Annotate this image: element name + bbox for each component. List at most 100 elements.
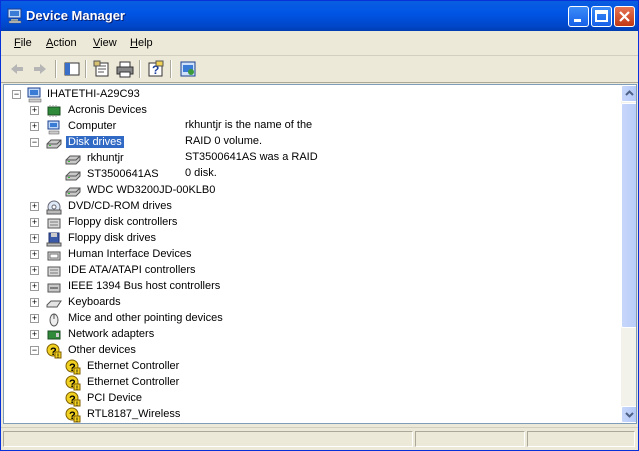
collapse-toggle[interactable]: − [30, 346, 39, 355]
toolbar-separator [55, 60, 57, 78]
unknown-device-icon: ?! [65, 407, 81, 423]
tree-category-item[interactable]: −?! Other devices [30, 343, 330, 359]
device-tree-pane: − IHATETHI-A29C93 + Acronis Devices + Compu… [3, 84, 637, 424]
toolbar-separator [139, 60, 141, 78]
tree-child-item[interactable]: WDC WD3200JD-00KLB0 [49, 183, 349, 199]
tree-category-item[interactable]: + Mice and other pointing devices [30, 311, 330, 327]
expand-toggle[interactable]: + [30, 202, 39, 211]
note-line: RAID 0 volume. [185, 135, 263, 147]
controller-icon [47, 218, 61, 229]
tree-item-label: ST3500641AS [87, 168, 159, 180]
tree-item-label: Computer [68, 120, 117, 132]
tree-item-label: WDC WD3200JD-00KLB0 [87, 184, 216, 196]
scroll-up-button[interactable] [621, 85, 636, 102]
disk-drive-icon [65, 171, 81, 181]
firewire-icon [47, 283, 61, 293]
tree-item-label: Ethernet Controller [87, 360, 180, 372]
vertical-scrollbar[interactable] [621, 85, 636, 423]
expand-toggle[interactable]: + [30, 122, 39, 131]
device-manager-window: Device Manager File Action View Help ? −… [0, 0, 639, 451]
tree-item-label: Disk drives [66, 136, 124, 148]
tree-category-item[interactable]: + Floppy disk controllers [30, 215, 330, 231]
tree-item-label: RTL8187_Wireless [87, 408, 181, 420]
tree-category-item[interactable]: + Keyboards [30, 295, 330, 311]
tree-child-item[interactable]: ?! PCI Device [49, 391, 349, 407]
unknown-device-icon: ?! [65, 391, 81, 407]
unknown-device-icon: ?! [46, 343, 62, 359]
tree-item-label: PCI Device [87, 392, 143, 404]
tree-child-item[interactable]: ?! Ethernet Controller [49, 375, 349, 391]
hid-icon [47, 251, 61, 261]
back-arrow-icon[interactable] [7, 59, 27, 79]
expand-toggle[interactable]: + [30, 234, 39, 243]
scroll-down-button[interactable] [621, 406, 636, 423]
close-button[interactable] [614, 6, 635, 27]
status-bar [1, 427, 638, 450]
unknown-device-icon: ?! [65, 375, 81, 391]
tree-item-label: Mice and other pointing devices [68, 312, 223, 324]
note-line: 0 disk. [185, 167, 217, 179]
tree-item-label: rkhuntjr [87, 152, 124, 164]
maximize-icon [595, 10, 608, 22]
scroll-thumb[interactable] [621, 103, 636, 328]
expand-toggle[interactable]: + [30, 298, 39, 307]
note-line: rkhuntjr is the name of the [185, 119, 313, 131]
disk-drive-icon [65, 155, 81, 165]
collapse-toggle[interactable]: − [30, 138, 39, 147]
menu-file[interactable]: File [14, 37, 32, 49]
minimize-button[interactable] [568, 6, 589, 27]
tree-category-item[interactable]: + Floppy disk drives [30, 231, 330, 247]
close-icon [619, 11, 630, 22]
expand-toggle[interactable]: + [30, 266, 39, 275]
tree-root[interactable]: − IHATETHI-A29C93 [12, 87, 212, 103]
tree-item-label: IEEE 1394 Bus host controllers [68, 280, 221, 292]
properties-icon[interactable] [92, 59, 112, 79]
expand-toggle[interactable]: + [30, 314, 39, 323]
keyboard-icon [46, 300, 62, 308]
annotation-note: rkhuntjr is the name of the RAID 0 volum… [185, 117, 318, 181]
tree-category-item[interactable]: + Human Interface Devices [30, 247, 330, 263]
tree-item-label: Ethernet Controller [87, 376, 180, 388]
tree-category-item[interactable]: + Network adapters [30, 327, 330, 343]
expand-toggle[interactable]: + [30, 106, 39, 115]
update-driver-icon[interactable] [178, 59, 198, 79]
menu-help[interactable]: Help [130, 37, 153, 49]
tree-child-item[interactable]: ?! Ethernet Controller [49, 359, 349, 375]
print-icon[interactable] [115, 59, 135, 79]
menu-bar: File Action View Help [1, 31, 638, 56]
tree-item-label: IDE ATA/ATAPI controllers [68, 264, 196, 276]
tree-category-item[interactable]: + IEEE 1394 Bus host controllers [30, 279, 330, 295]
tree-item-label: Keyboards [68, 296, 121, 308]
cd-icon [46, 200, 62, 215]
expand-toggle[interactable]: + [30, 330, 39, 339]
help-icon[interactable]: ? [146, 59, 166, 79]
controller-icon [47, 266, 61, 277]
chip-icon [47, 105, 61, 117]
tree-item-label: Floppy disk controllers [68, 216, 178, 228]
title-bar[interactable]: Device Manager [1, 1, 638, 31]
minimize-icon [574, 19, 581, 22]
menu-action[interactable]: Action [46, 37, 77, 49]
status-panel [527, 431, 635, 447]
tree-category-item[interactable]: + IDE ATA/ATAPI controllers [30, 263, 330, 279]
expand-toggle[interactable]: + [30, 218, 39, 227]
collapse-toggle[interactable]: − [12, 90, 21, 99]
tree-root-label: IHATETHI-A29C93 [47, 88, 140, 100]
forward-arrow-icon[interactable] [30, 59, 50, 79]
floppy-icon [46, 232, 62, 247]
tree-item-label: Network adapters [68, 328, 155, 340]
status-panel [415, 431, 525, 447]
expand-toggle[interactable]: + [30, 250, 39, 259]
maximize-button[interactable] [591, 6, 612, 27]
tree-category-item[interactable]: + DVD/CD-ROM drives [30, 199, 330, 215]
computer-icon [47, 120, 60, 135]
disk-drive-icon [46, 139, 62, 149]
menu-view[interactable]: View [93, 37, 117, 49]
chevron-up-icon [625, 90, 634, 96]
toolbar-separator [85, 60, 87, 78]
console-tree-icon[interactable] [62, 59, 82, 79]
tree-child-item[interactable]: ?! RTL8187_Wireless [49, 407, 349, 423]
computer-icon [7, 8, 22, 24]
expand-toggle[interactable]: + [30, 282, 39, 291]
tree-item-label: Acronis Devices [68, 104, 147, 116]
